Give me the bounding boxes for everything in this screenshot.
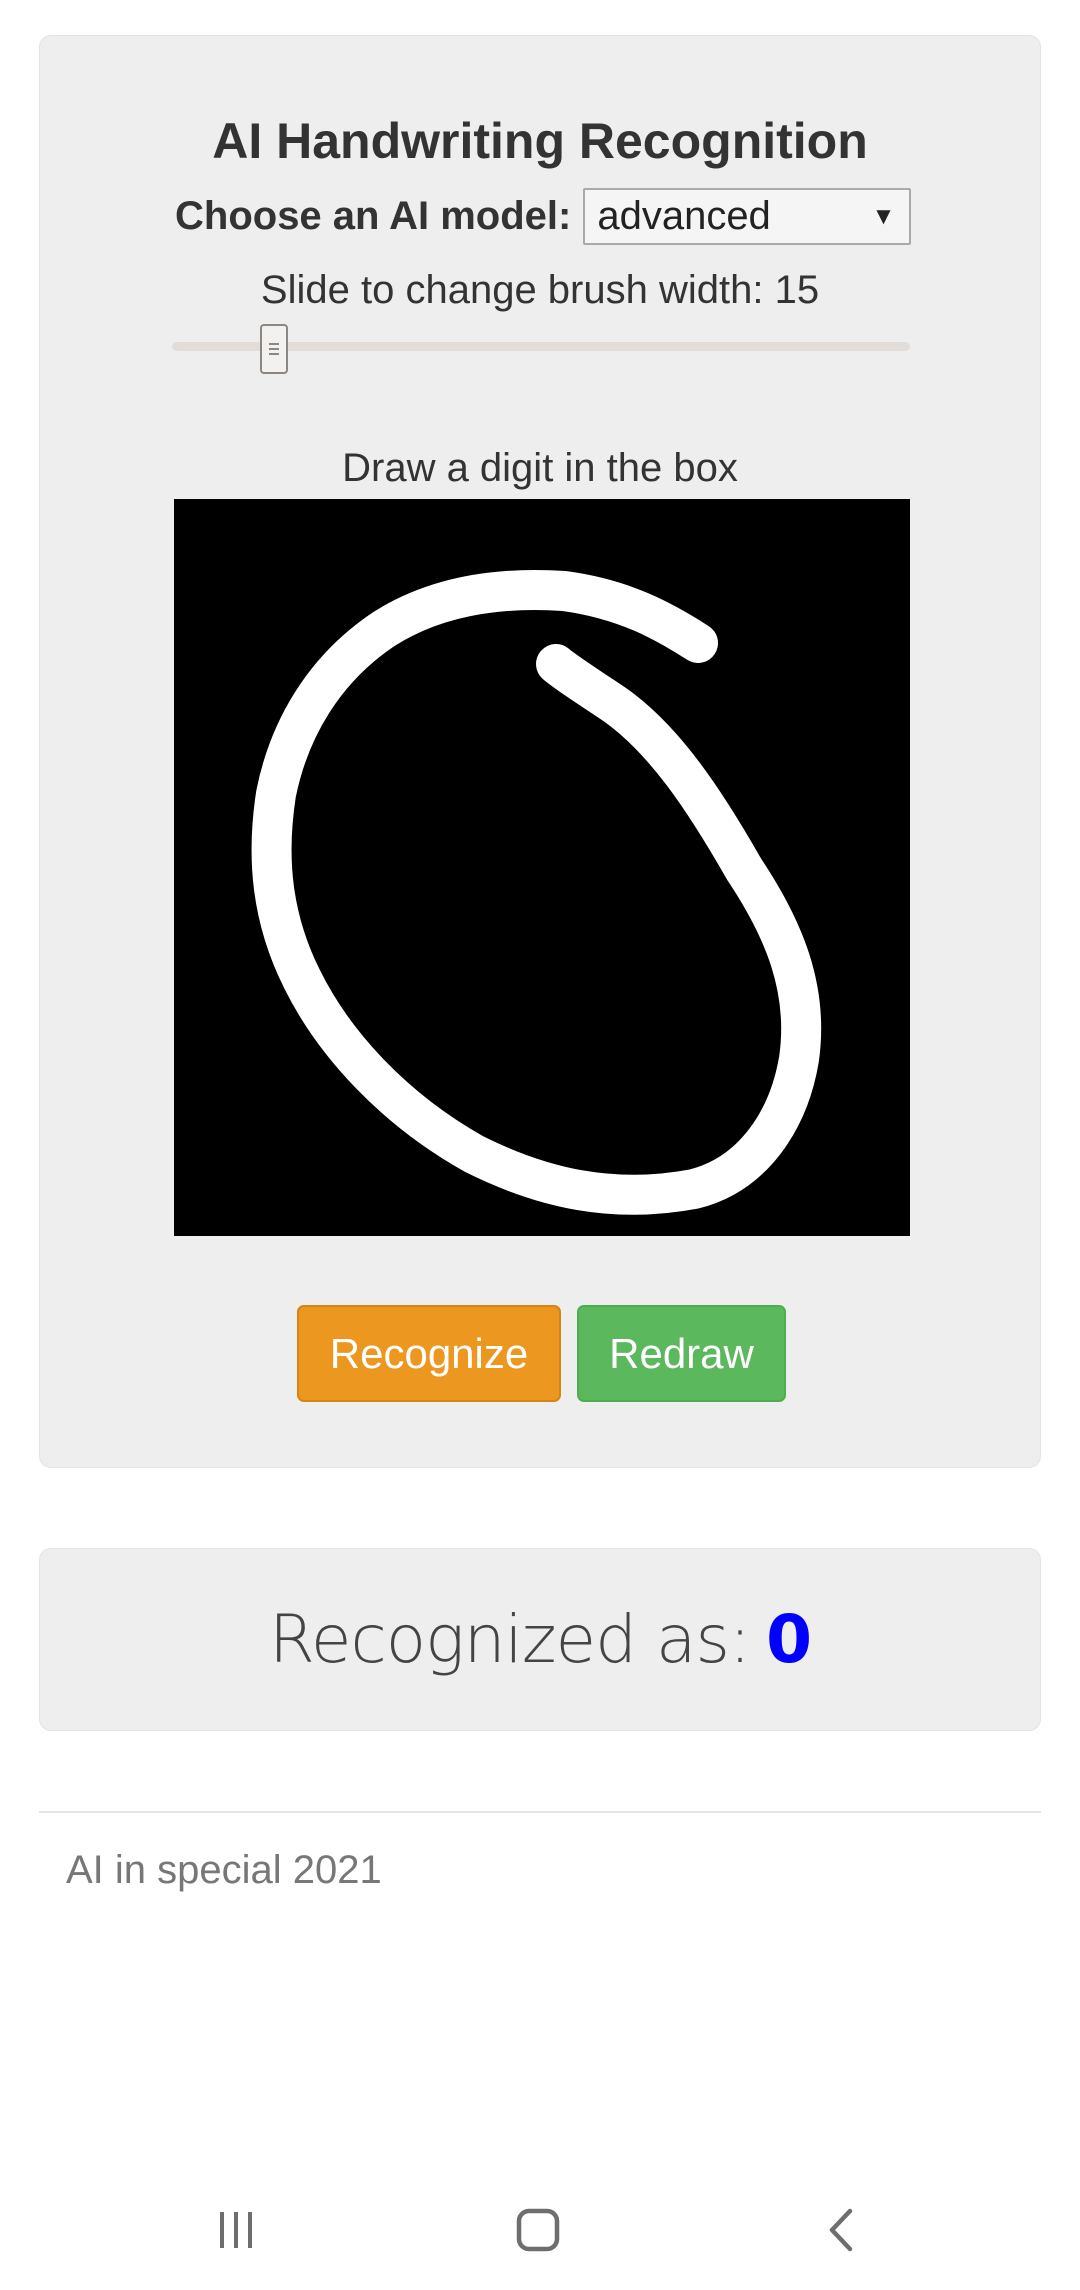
- home-button[interactable]: [458, 2170, 618, 2290]
- drawn-digit-stroke: [251, 570, 822, 1215]
- page-title: AI Handwriting Recognition: [212, 113, 868, 169]
- recent-apps-icon: [220, 2212, 252, 2248]
- model-row: Choose an AI model: advanced ▼: [175, 188, 912, 245]
- drawing-panel: AI Handwriting Recognition Choose an AI …: [39, 35, 1041, 1468]
- redraw-button[interactable]: Redraw: [577, 1305, 786, 1402]
- result-text: Recognized as: 0: [268, 1601, 812, 1678]
- back-button[interactable]: [762, 2170, 922, 2290]
- back-icon: [829, 2208, 853, 2252]
- model-select[interactable]: advanced ▼: [583, 188, 912, 245]
- page: AI Handwriting Recognition Choose an AI …: [0, 0, 1080, 2290]
- home-icon: [516, 2208, 560, 2252]
- result-panel: Recognized as: 0: [39, 1548, 1041, 1731]
- result-label: Recognized as:: [268, 1601, 751, 1678]
- drawing-canvas[interactable]: [174, 499, 910, 1236]
- brush-width-slider-thumb[interactable]: [260, 324, 288, 374]
- draw-instructions: Draw a digit in the box: [342, 446, 738, 490]
- android-nav-bar: [0, 2170, 1080, 2290]
- recent-apps-button[interactable]: [156, 2170, 316, 2290]
- grip-icon: [269, 343, 279, 355]
- brush-width-label: Slide to change brush width: 15: [40, 268, 1040, 312]
- footer-divider: [39, 1811, 1041, 1813]
- model-label: Choose an AI model:: [175, 194, 572, 238]
- brush-width-value: 15: [774, 268, 820, 312]
- footer-text: AI in special 2021: [66, 1848, 382, 1892]
- dropdown-arrow-icon: ▼: [871, 202, 896, 230]
- recognize-button[interactable]: Recognize: [297, 1305, 561, 1402]
- result-value: 0: [766, 1601, 812, 1678]
- model-selected-value: advanced: [597, 194, 771, 238]
- brush-width-label-text: Slide to change brush width:: [260, 268, 775, 312]
